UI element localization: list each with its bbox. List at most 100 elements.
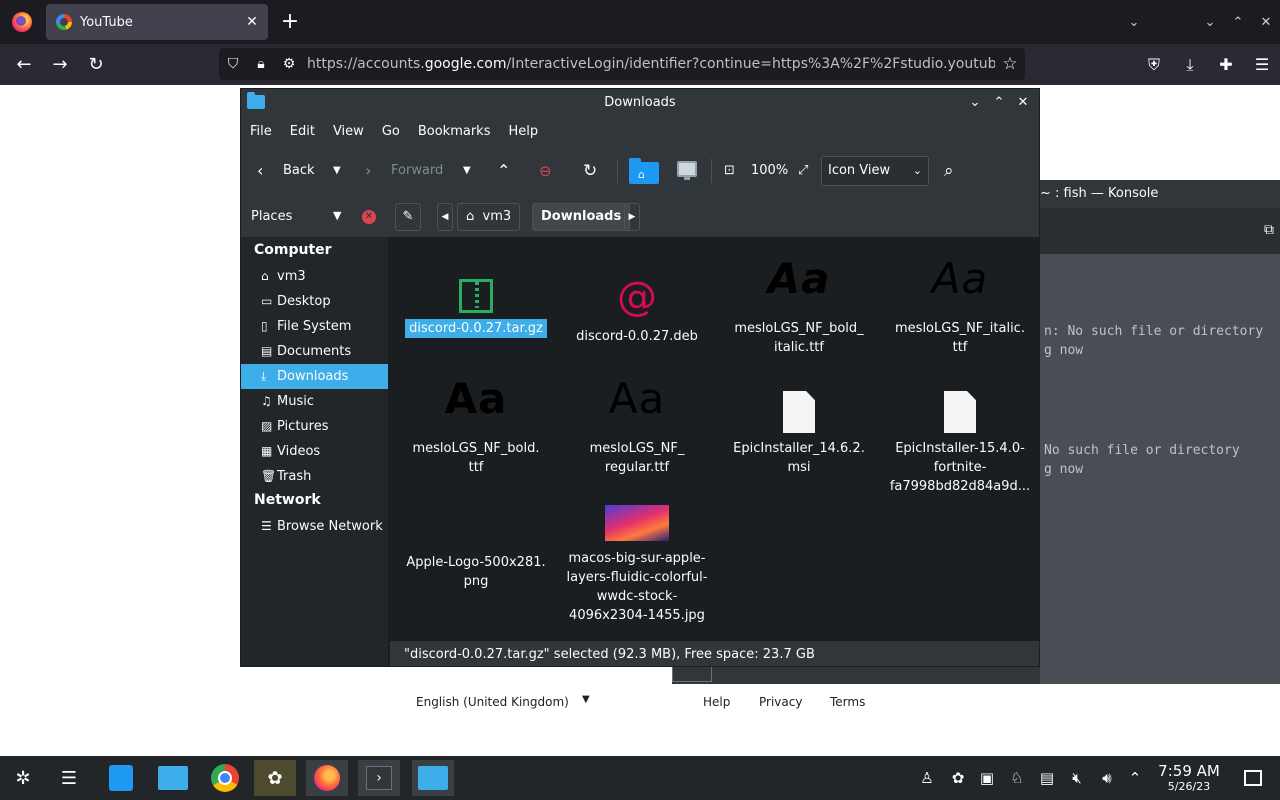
file-item[interactable]: Aa mesloLGS_NF_ regular.ttf xyxy=(557,371,717,477)
menu-view[interactable]: View xyxy=(324,119,373,145)
sidebar-item-file-system[interactable]: ▯ File System xyxy=(241,314,388,339)
menu-help[interactable]: Help xyxy=(499,119,547,145)
breadcrumb-vm3[interactable]: ⌂ vm3 xyxy=(457,203,521,231)
maximize-icon[interactable]: ⌃ xyxy=(987,93,1011,113)
close-icon[interactable]: ✕ xyxy=(1011,93,1035,113)
reload-icon[interactable]: ↻ xyxy=(81,50,111,80)
file-item[interactable]: @ discord-0.0.27.deb xyxy=(557,273,717,346)
breadcrumb-left-icon[interactable]: ◀ xyxy=(437,203,453,231)
file-item[interactable]: Aa mesloLGS_NF_italic. ttf xyxy=(880,251,1040,357)
terminal-area[interactable]: n: No such file or directory g now No su… xyxy=(1040,254,1280,684)
sidebar-item-browse-network[interactable]: ☰ Browse Network xyxy=(241,514,388,539)
dolphin-icon[interactable] xyxy=(412,760,454,796)
discover-store-icon[interactable] xyxy=(100,760,142,796)
file-item[interactable]: discord-0.0.27.tar.gz xyxy=(396,273,556,338)
url-bar[interactable]: ⛉ 🔒︎ ⚙ https://accounts.google.com/Inter… xyxy=(219,48,1025,80)
sidebar-item-vm3[interactable]: ⌂ vm3 xyxy=(241,264,388,289)
places-menu-arrow-icon[interactable]: ▼ xyxy=(333,209,341,222)
sidebar-item-videos[interactable]: ▦ Videos xyxy=(241,439,388,464)
menu-bookmarks[interactable]: Bookmarks xyxy=(409,119,500,145)
sidebar-item-downloads[interactable]: ⤓ Downloads xyxy=(241,364,388,389)
forward-history-arrow-icon[interactable]: ▼ xyxy=(463,157,471,185)
dolphin-window[interactable]: Downloads ⌄ ⌃ ✕ File Edit View Go Bookma… xyxy=(240,88,1040,667)
forward-chevron-icon[interactable]: › xyxy=(365,157,371,185)
file-item[interactable]: Aa mesloLGS_NF_bold_ italic.ttf xyxy=(719,251,879,357)
copy-icon[interactable]: ⧉ xyxy=(1264,222,1274,238)
permissions-icon[interactable]: ⚙ xyxy=(275,56,303,72)
downloads-icon[interactable]: ⤓ xyxy=(1172,55,1208,75)
back-history-arrow-icon[interactable]: ▼ xyxy=(333,157,341,185)
extensions-icon[interactable]: ✚ xyxy=(1208,55,1244,74)
view-mode-select[interactable]: Icon View ⌄ xyxy=(821,156,929,186)
pocket-icon[interactable]: ⛨ xyxy=(1136,55,1172,75)
zoom-in-icon[interactable]: ⤢ xyxy=(798,157,808,185)
close-browser-icon[interactable]: ✕ xyxy=(1252,15,1280,30)
hamburger-menu-icon[interactable]: ☰ xyxy=(1244,55,1280,74)
reload-icon[interactable]: ↻ xyxy=(583,157,597,185)
sidebar-item-pictures[interactable]: ▨ Pictures xyxy=(241,414,388,439)
back-arrow-icon[interactable]: ← xyxy=(9,50,39,80)
audio-muted-icon[interactable]: 🔇︎ xyxy=(1062,756,1092,800)
user-icon[interactable]: ♙ xyxy=(912,756,942,800)
sidebar-item-trash[interactable]: 🗑︎Trash xyxy=(241,464,388,489)
back-chevron-icon[interactable]: ‹ xyxy=(257,157,263,185)
tray-expand-icon[interactable]: ⌃ xyxy=(1120,756,1150,800)
caret-down-icon[interactable]: ▼ xyxy=(582,694,590,705)
konsole-icon[interactable]: › xyxy=(358,760,400,796)
file-item[interactable]: EpicInstaller-15.4.0- fortnite- fa7998bd… xyxy=(880,387,1040,496)
tab-close-button[interactable]: ✕ xyxy=(240,14,264,30)
clipboard-icon[interactable]: ▤ xyxy=(1032,756,1062,800)
terms-link[interactable]: Terms xyxy=(830,695,865,709)
new-tab-button[interactable]: + xyxy=(278,8,302,36)
language-select[interactable]: English (United Kingdom) xyxy=(416,695,569,709)
bottles-tray-icon[interactable]: ✿ xyxy=(943,756,973,800)
settings-sliders-icon[interactable]: ☰ xyxy=(48,760,90,796)
help-link[interactable]: Help xyxy=(703,695,730,709)
clock[interactable]: 7:59 AM 5/26/23 xyxy=(1152,763,1226,794)
breadcrumb-right-icon[interactable]: ▶ xyxy=(624,203,640,231)
firefox-icon[interactable] xyxy=(306,760,348,796)
back-button[interactable]: Back xyxy=(283,157,315,185)
file-item[interactable]: Apple-Logo-500x281. png xyxy=(396,499,556,591)
sidebar-item-desktop[interactable]: ▭ Desktop xyxy=(241,289,388,314)
list-all-tabs-icon[interactable]: ⌄ xyxy=(1120,15,1148,30)
stop-icon[interactable]: ⊖ xyxy=(539,157,552,185)
file-item[interactable]: macos-big-sur-apple- layers-fluidic-colo… xyxy=(557,499,717,625)
edit-location-icon[interactable]: ✎ xyxy=(395,203,421,231)
file-view[interactable]: discord-0.0.27.tar.gz @ discord-0.0.27.d… xyxy=(390,237,1039,640)
tab-youtube[interactable]: YouTube ✕ xyxy=(46,4,268,40)
search-icon[interactable]: ⌕ xyxy=(944,157,954,185)
file-item[interactable]: Aa mesloLGS_NF_bold. ttf xyxy=(396,371,556,477)
file-manager-icon[interactable] xyxy=(152,760,194,796)
lock-icon[interactable]: 🔒︎ xyxy=(247,56,275,72)
package-icon[interactable]: ▣ xyxy=(972,756,1002,800)
file-item[interactable]: EpicInstaller_14.6.2. msi xyxy=(719,387,879,477)
minimize-icon[interactable]: ⌄ xyxy=(963,93,987,113)
menu-edit[interactable]: Edit xyxy=(281,119,324,145)
volume-icon[interactable]: 🔊︎ xyxy=(1092,756,1122,800)
menu-go[interactable]: Go xyxy=(373,119,409,145)
close-places-icon[interactable]: ✕ xyxy=(362,210,376,224)
bookmark-star-icon[interactable]: ☆ xyxy=(995,54,1025,74)
sidebar-item-music[interactable]: ♫ Music xyxy=(241,389,388,414)
sidebar-item-documents[interactable]: ▤ Documents xyxy=(241,339,388,364)
menu-file[interactable]: File xyxy=(241,119,281,145)
firefox-menu-button[interactable] xyxy=(0,0,44,44)
privacy-link[interactable]: Privacy xyxy=(759,695,802,709)
forward-arrow-icon[interactable]: → xyxy=(45,50,75,80)
breadcrumb-downloads[interactable]: Downloads xyxy=(532,203,631,231)
home-folder-icon[interactable]: ⌂ xyxy=(629,158,659,184)
app-launcher-icon[interactable]: ✲ xyxy=(2,760,44,796)
shield-icon[interactable]: ⛉ xyxy=(219,56,247,72)
up-icon[interactable]: ⌃ xyxy=(497,157,510,185)
chrome-icon[interactable] xyxy=(204,760,246,796)
show-desktop-icon[interactable] xyxy=(1244,770,1262,786)
bottles-icon[interactable]: ✿ xyxy=(254,760,296,796)
zoom-out-icon[interactable]: ⊡ xyxy=(724,157,735,185)
computer-icon[interactable] xyxy=(677,161,697,180)
maximize-browser-icon[interactable]: ⌃ xyxy=(1224,15,1252,30)
accounts-icon[interactable]: ♘ xyxy=(1002,756,1032,800)
minimize-browser-icon[interactable]: ⌄ xyxy=(1196,15,1224,30)
window-titlebar[interactable]: Downloads ⌄ ⌃ ✕ xyxy=(241,89,1039,117)
zoom-level[interactable]: 100% xyxy=(751,157,788,185)
